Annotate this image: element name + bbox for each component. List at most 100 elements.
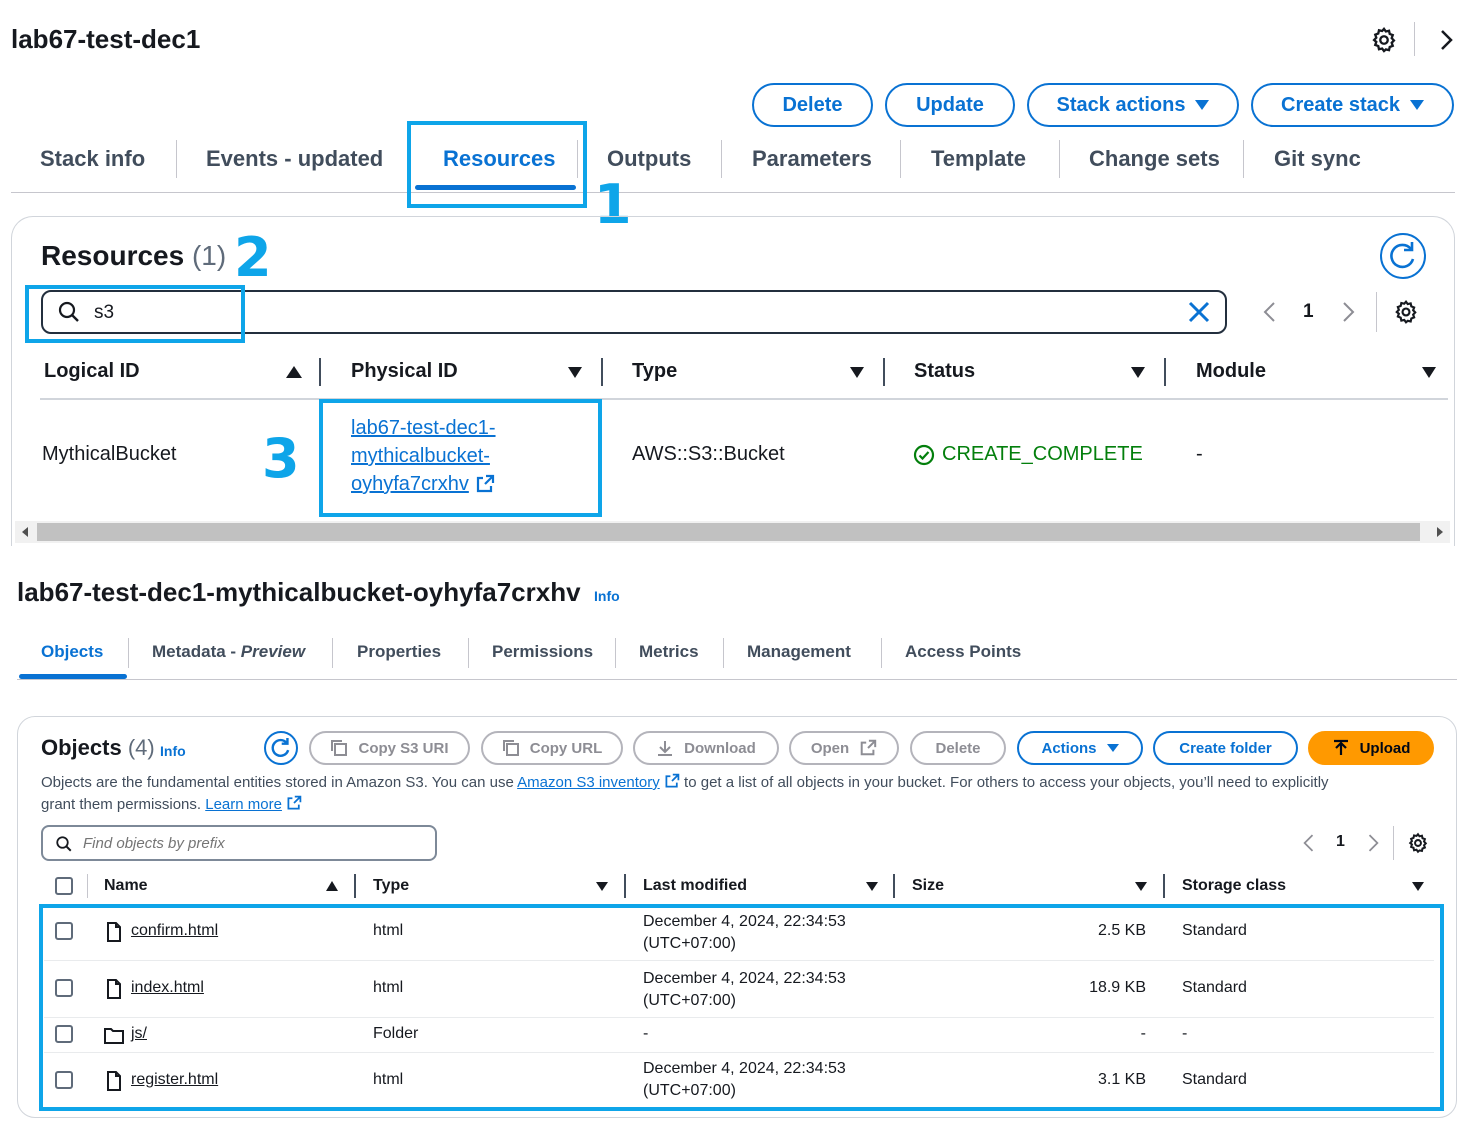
tab-outputs[interactable]: Outputs [607, 146, 691, 172]
upload-button[interactable]: Upload [1308, 731, 1434, 765]
column-type[interactable]: Type [632, 360, 677, 383]
gear-icon[interactable] [1370, 26, 1398, 54]
download-button[interactable]: Download [633, 731, 779, 765]
clear-search-icon[interactable] [1187, 300, 1211, 324]
scroll-left-icon [22, 527, 28, 537]
tab-stack-info[interactable]: Stack info [40, 146, 145, 172]
column-storage-class[interactable]: Storage class [1182, 877, 1286, 895]
delete-stack-button[interactable]: Delete [752, 83, 873, 127]
table-settings-gear-icon[interactable] [1407, 832, 1429, 854]
objects-search-field[interactable] [81, 832, 421, 854]
objects-page-number[interactable]: 1 [1336, 833, 1345, 851]
create-stack-label: Create stack [1281, 93, 1400, 116]
tabs-baseline [11, 192, 1455, 193]
pager-divider [1376, 292, 1377, 332]
tab-properties[interactable]: Properties [357, 642, 441, 662]
tab-metrics[interactable]: Metrics [639, 642, 699, 662]
resources-heading: Resources (1) [41, 240, 226, 272]
tab-events[interactable]: Events - updated [206, 146, 383, 172]
external-link-icon [287, 795, 302, 810]
external-link-icon [860, 739, 877, 756]
tab-divider [721, 140, 722, 178]
search-icon [56, 836, 72, 852]
refresh-resources-button[interactable] [1380, 233, 1426, 279]
tab-divider [881, 638, 882, 668]
column-divider [601, 358, 603, 386]
s3-inventory-link[interactable]: Amazon S3 inventory [517, 774, 660, 791]
copy-icon [331, 740, 348, 756]
column-size[interactable]: Size [912, 877, 944, 895]
refresh-objects-button[interactable] [264, 731, 298, 765]
bucket-info-link[interactable]: Info [594, 588, 620, 604]
status-success-icon [913, 444, 935, 466]
column-last-modified[interactable]: Last modified [643, 877, 747, 895]
table-settings-gear-icon[interactable] [1393, 299, 1419, 325]
column-type[interactable]: Type [373, 877, 409, 895]
annotation-number-2: 2 [234, 226, 272, 289]
tab-management[interactable]: Management [747, 642, 851, 662]
horizontal-scrollbar[interactable] [15, 521, 1450, 543]
scrollbar-thumb[interactable] [37, 523, 1420, 541]
chevron-left-icon[interactable] [1302, 833, 1316, 853]
chevron-right-icon[interactable] [1340, 301, 1356, 323]
column-status[interactable]: Status [914, 360, 975, 383]
learn-more-link[interactable]: Learn more [205, 796, 282, 813]
tab-permissions[interactable]: Permissions [492, 642, 593, 662]
annotation-box-physical-id [319, 399, 602, 517]
column-physical-id[interactable]: Physical ID [351, 360, 458, 383]
description-text: to get a list of all objects in your buc… [679, 774, 1329, 791]
sort-descending-icon[interactable] [850, 367, 864, 378]
chevron-left-icon[interactable] [1262, 301, 1278, 323]
description-text: Objects are the fundamental entities sto… [41, 774, 518, 791]
column-divider [1163, 874, 1165, 898]
tab-metadata[interactable]: Metadata - Preview [152, 642, 305, 662]
tab-template[interactable]: Template [931, 146, 1026, 172]
delete-objects-button[interactable]: Delete [910, 731, 1006, 765]
column-name[interactable]: Name [104, 877, 148, 895]
actions-button[interactable]: Actions [1017, 731, 1143, 765]
stack-title: lab67-test-dec1 [11, 24, 201, 54]
resources-page-number[interactable]: 1 [1303, 301, 1314, 323]
column-divider [624, 874, 626, 898]
copy-s3-uri-button[interactable]: Copy S3 URI [309, 731, 470, 765]
chevron-right-icon[interactable] [1366, 833, 1380, 853]
tab-access-points[interactable]: Access Points [905, 642, 1021, 662]
tab-divider [468, 638, 469, 668]
copy-url-button[interactable]: Copy URL [481, 731, 623, 765]
create-stack-button[interactable]: Create stack [1251, 83, 1454, 127]
create-folder-button[interactable]: Create folder [1153, 731, 1298, 765]
open-label: Open [810, 739, 850, 757]
tab-objects[interactable]: Objects [41, 642, 103, 662]
sort-ascending-icon[interactable] [286, 366, 302, 378]
sort-descending-icon[interactable] [596, 882, 608, 891]
tab-divider [900, 140, 901, 178]
caret-down-icon [1409, 100, 1424, 110]
sort-descending-icon[interactable] [866, 882, 878, 891]
objects-info-link[interactable]: Info [160, 743, 186, 759]
column-divider [354, 874, 356, 898]
tab-parameters[interactable]: Parameters [752, 146, 872, 172]
tab-divider [128, 638, 129, 668]
column-divider [87, 874, 88, 898]
sort-descending-icon[interactable] [1131, 367, 1145, 378]
sort-descending-icon[interactable] [1422, 367, 1436, 378]
description-text: grant them permissions. [41, 796, 206, 813]
select-all-checkbox[interactable] [55, 877, 73, 895]
objects-heading: Objects (4) [41, 735, 155, 761]
update-stack-button[interactable]: Update [885, 83, 1015, 127]
tab-change-sets[interactable]: Change sets [1089, 146, 1220, 172]
sort-ascending-icon[interactable] [326, 881, 338, 891]
upload-icon [1333, 739, 1348, 755]
chevron-right-icon[interactable] [1436, 28, 1458, 52]
sort-descending-icon[interactable] [568, 367, 582, 378]
column-logical-id[interactable]: Logical ID [44, 360, 140, 383]
stack-actions-button[interactable]: Stack actions [1027, 83, 1239, 127]
tab-git-sync[interactable]: Git sync [1274, 146, 1361, 172]
tab-divider [332, 638, 333, 668]
sort-descending-icon[interactable] [1135, 882, 1147, 891]
sort-descending-icon[interactable] [1412, 882, 1424, 891]
objects-search-input[interactable] [41, 825, 437, 861]
column-module[interactable]: Module [1196, 360, 1266, 383]
annotation-number-3: 3 [262, 427, 300, 490]
open-button[interactable]: Open [789, 731, 899, 765]
